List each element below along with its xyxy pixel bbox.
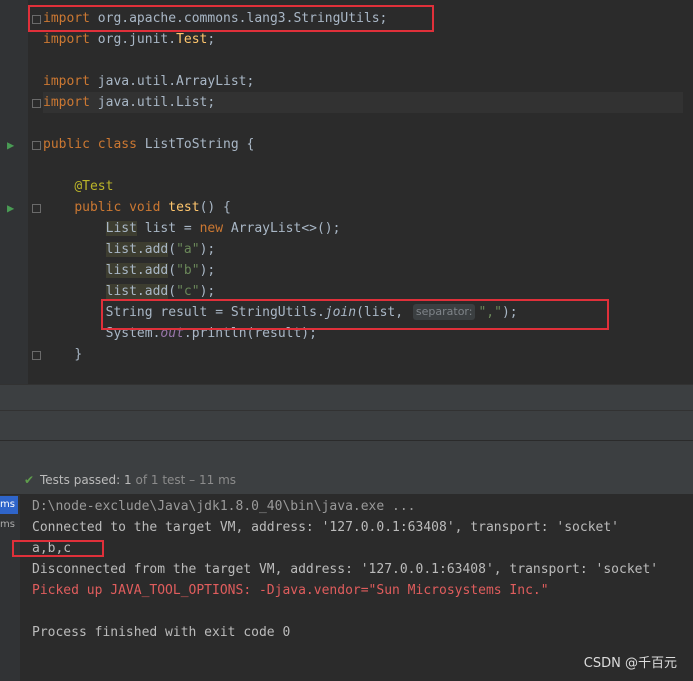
fold-icon[interactable] (32, 99, 41, 108)
code-line-annotation: @Test (74, 179, 114, 194)
run-toolbar (0, 440, 693, 466)
code-line-import-test: import org.junit.Test; (43, 32, 216, 47)
code-line-class-decl: public class ListToString { (43, 137, 255, 152)
test-time-label[interactable]: ms (0, 496, 18, 514)
code-line-list-decl: List list = new ArrayList<>(); (105, 221, 341, 236)
console-line-exit-code: Process finished with exit code 0 (32, 625, 291, 640)
check-icon: ✔ (24, 473, 35, 487)
console-line-connected: Connected to the target VM, address: '12… (32, 520, 619, 535)
highlight-box-import (28, 5, 434, 32)
console-line-command[interactable]: D:\node-exclude\Java\jdk1.8.0_40\bin\jav… (32, 496, 416, 517)
code-line-method-decl: public void test() { (74, 200, 231, 215)
run-test-icon[interactable]: ▶ (7, 139, 20, 152)
fold-gutter (28, 0, 42, 384)
line-gutter (0, 0, 28, 384)
console-line-java-options: Picked up JAVA_TOOL_OPTIONS: -Djava.vend… (32, 583, 549, 598)
watermark: CSDN @千百元 (583, 656, 677, 671)
code-editor[interactable]: ▶ ▶ import org.apache.commons.lang3.Stri… (0, 0, 693, 384)
code-line-import-list: import java.util.List; (43, 92, 683, 113)
fold-icon[interactable] (32, 204, 41, 213)
tool-window-bar (0, 410, 693, 441)
test-status-text: Tests passed: 1 of 1 test – 11 ms (40, 473, 237, 487)
code-line-add-a: list.add("a"); (105, 242, 216, 257)
editor-bottom-bar (0, 384, 693, 411)
test-time-label[interactable]: ms (0, 516, 18, 534)
run-test-icon[interactable]: ▶ (7, 202, 20, 215)
test-status-bar: ✔ Tests passed: 1 of 1 test – 11 ms (0, 466, 693, 495)
code-line-import-arraylist: import java.util.ArrayList; (43, 74, 255, 89)
fold-icon[interactable] (32, 141, 41, 150)
code-line-close-method: } (74, 347, 83, 362)
fold-icon[interactable] (32, 351, 41, 360)
highlight-box-result (12, 540, 104, 557)
console-line-disconnected: Disconnected from the target VM, address… (32, 562, 659, 577)
highlight-box-join (101, 299, 609, 330)
code-line-add-b: list.add("b"); (105, 263, 216, 278)
